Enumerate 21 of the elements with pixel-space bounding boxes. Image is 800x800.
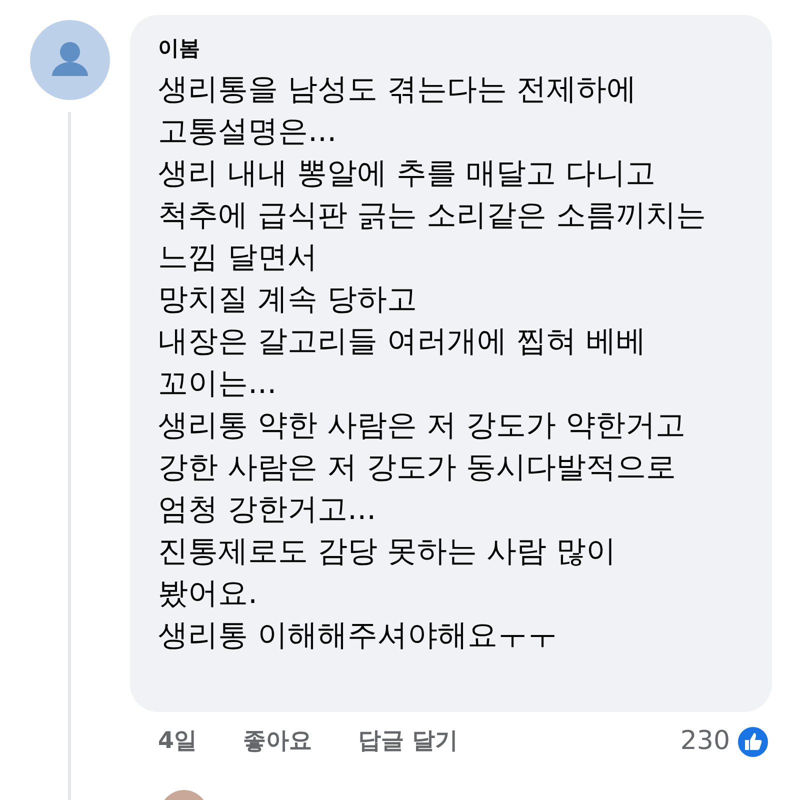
comment-text-line: 진통제로도 감당 못하는 사람 많이	[158, 533, 616, 571]
comment-time[interactable]: 4일	[158, 724, 198, 759]
reaction-count[interactable]: 230	[680, 722, 730, 761]
comment-text-line: 망치질 계속 당하고	[158, 281, 418, 319]
comment-text-line: 강한 사람은 저 강도가 동시다발적으로	[158, 449, 676, 487]
author-name[interactable]: 이봄	[158, 35, 772, 61]
comment-text-line: 꼬이는...	[158, 365, 277, 403]
comment-text-line: 엄청 강한거고...	[158, 491, 376, 529]
comment-text-line: 생리통 이해해주셔야해요ㅜㅜ	[158, 617, 558, 655]
comment-text-line: 생리통을 남성도 겪는다는 전제하에	[158, 71, 637, 109]
comment-text-line: 척추에 급식판 긁는 소리같은 소름끼치는	[158, 197, 706, 235]
comment-text-line: 생리통 약한 사람은 저 강도가 약한거고	[158, 407, 686, 445]
like-icon[interactable]	[736, 724, 770, 758]
comment-text-line: 생리 내내 뽕알에 추를 매달고 다니고	[158, 155, 656, 193]
comment-text-line: 느낌 달면서	[158, 239, 318, 277]
comment-text-line: 내장은 갈고리들 여러개에 찝혀 베베	[158, 323, 646, 361]
action-link[interactable]: 좋아요	[243, 724, 312, 759]
avatar-icon[interactable]	[30, 20, 110, 100]
comment-text-line: 봤어요.	[158, 575, 258, 613]
action-link[interactable]: 답글 달기	[358, 724, 458, 759]
comment-text-line: 고통설명은...	[158, 113, 337, 151]
